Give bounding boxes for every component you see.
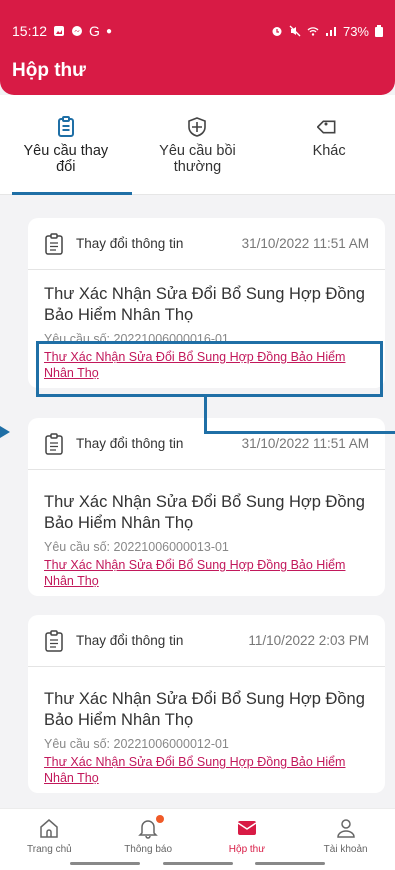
request-number: Yêu cầu số: 20221006000012-01 [44, 737, 229, 751]
card-date: 31/10/2022 11:51 AM [241, 436, 369, 451]
mute-icon [289, 25, 301, 37]
nav-label: Trang chủ [27, 844, 72, 855]
nav-account[interactable]: Tài khoản [296, 809, 395, 870]
tab-claim-requests[interactable]: Yêu cầu bồi thường [132, 95, 264, 194]
battery-icon [375, 25, 383, 37]
more-notifications-dot: ● [105, 25, 112, 37]
user-icon [336, 819, 355, 838]
document-icon [45, 629, 63, 652]
nav-label: Thông báo [124, 844, 173, 855]
card-type: Thay đổi thông tin [76, 236, 184, 251]
system-gesture-bar [70, 862, 325, 866]
document-link[interactable]: Thư Xác Nhận Sửa Đổi Bổ Sung Hợp Đồng Bả… [44, 754, 369, 786]
google-notification-icon: G [89, 23, 100, 39]
nav-notifications[interactable]: Thông báo [99, 809, 198, 870]
highlight-box [36, 341, 383, 397]
messenger-notification-icon [72, 26, 83, 36]
signal-icon [325, 27, 336, 36]
alarm-icon [272, 27, 282, 36]
document-link[interactable]: Thư Xác Nhận Sửa Đổi Bổ Sung Hợp Đồng Bả… [44, 557, 369, 589]
message-card[interactable]: Thay đổi thông tin 11/10/2022 2:03 PM Th… [28, 615, 385, 793]
card-type: Thay đổi thông tin [76, 633, 184, 648]
tab-label: Khác [312, 143, 346, 159]
status-time: 15:12 [12, 23, 48, 39]
document-icon [45, 432, 63, 455]
highlight-arrow [0, 426, 10, 438]
card-date: 31/10/2022 11:51 AM [241, 236, 369, 251]
card-header: Thay đổi thông tin 31/10/2022 11:51 AM [28, 218, 385, 270]
nav-inbox[interactable]: Hộp thư [198, 809, 297, 870]
message-list[interactable]: Thay đổi thông tin 31/10/2022 11:51 AM T… [0, 196, 395, 808]
nav-label: Hộp thư [228, 844, 265, 855]
document-icon [45, 232, 63, 255]
tag-icon [317, 120, 336, 134]
request-number: Yêu cầu số: 20221006000013-01 [44, 540, 229, 554]
card-header: Thay đổi thông tin 11/10/2022 2:03 PM [28, 615, 385, 667]
highlight-connector [204, 431, 395, 434]
battery-level: 73% [342, 23, 369, 39]
card-title: Thư Xác Nhận Sửa Đổi Bổ Sung Hợp Đồng Bả… [44, 690, 365, 729]
message-card[interactable]: Thay đổi thông tin 31/10/2022 11:51 AM T… [28, 418, 385, 596]
clipboard-icon [57, 116, 74, 137]
home-icon [40, 819, 59, 838]
wifi-icon [307, 27, 319, 36]
card-title: Thư Xác Nhận Sửa Đổi Bổ Sung Hợp Đồng Bả… [44, 493, 365, 532]
notification-dot [155, 815, 164, 823]
nav-label: Tài khoản [323, 844, 368, 855]
status-bar: 15:12 G ● 73% [12, 20, 383, 42]
card-date: 11/10/2022 2:03 PM [248, 633, 369, 648]
tab-label: Yêu cầu thay đổi [23, 143, 109, 175]
mail-icon [237, 821, 257, 835]
card-title: Thư Xác Nhận Sửa Đổi Bổ Sung Hợp Đồng Bả… [44, 285, 365, 324]
shield-icon [188, 117, 207, 137]
tab-change-requests[interactable]: Yêu cầu thay đổi [0, 95, 132, 195]
card-type: Thay đổi thông tin [76, 436, 184, 451]
tab-label: Yêu cầu bồi thường [159, 143, 236, 175]
nav-home[interactable]: Trang chủ [0, 809, 99, 870]
inbox-tabs: Yêu cầu thay đổi Yêu cầu bồi thường Khác [0, 95, 395, 195]
highlight-connector [204, 397, 207, 433]
bottom-navigation: Trang chủ Thông báo Hộp thư Tài khoản [0, 808, 395, 870]
page-title: Hộp thư [12, 60, 86, 81]
tab-other[interactable]: Khác [263, 95, 395, 194]
app-header: 15:12 G ● 73% Hộp thư [0, 0, 395, 95]
gallery-notification-icon [54, 26, 65, 36]
